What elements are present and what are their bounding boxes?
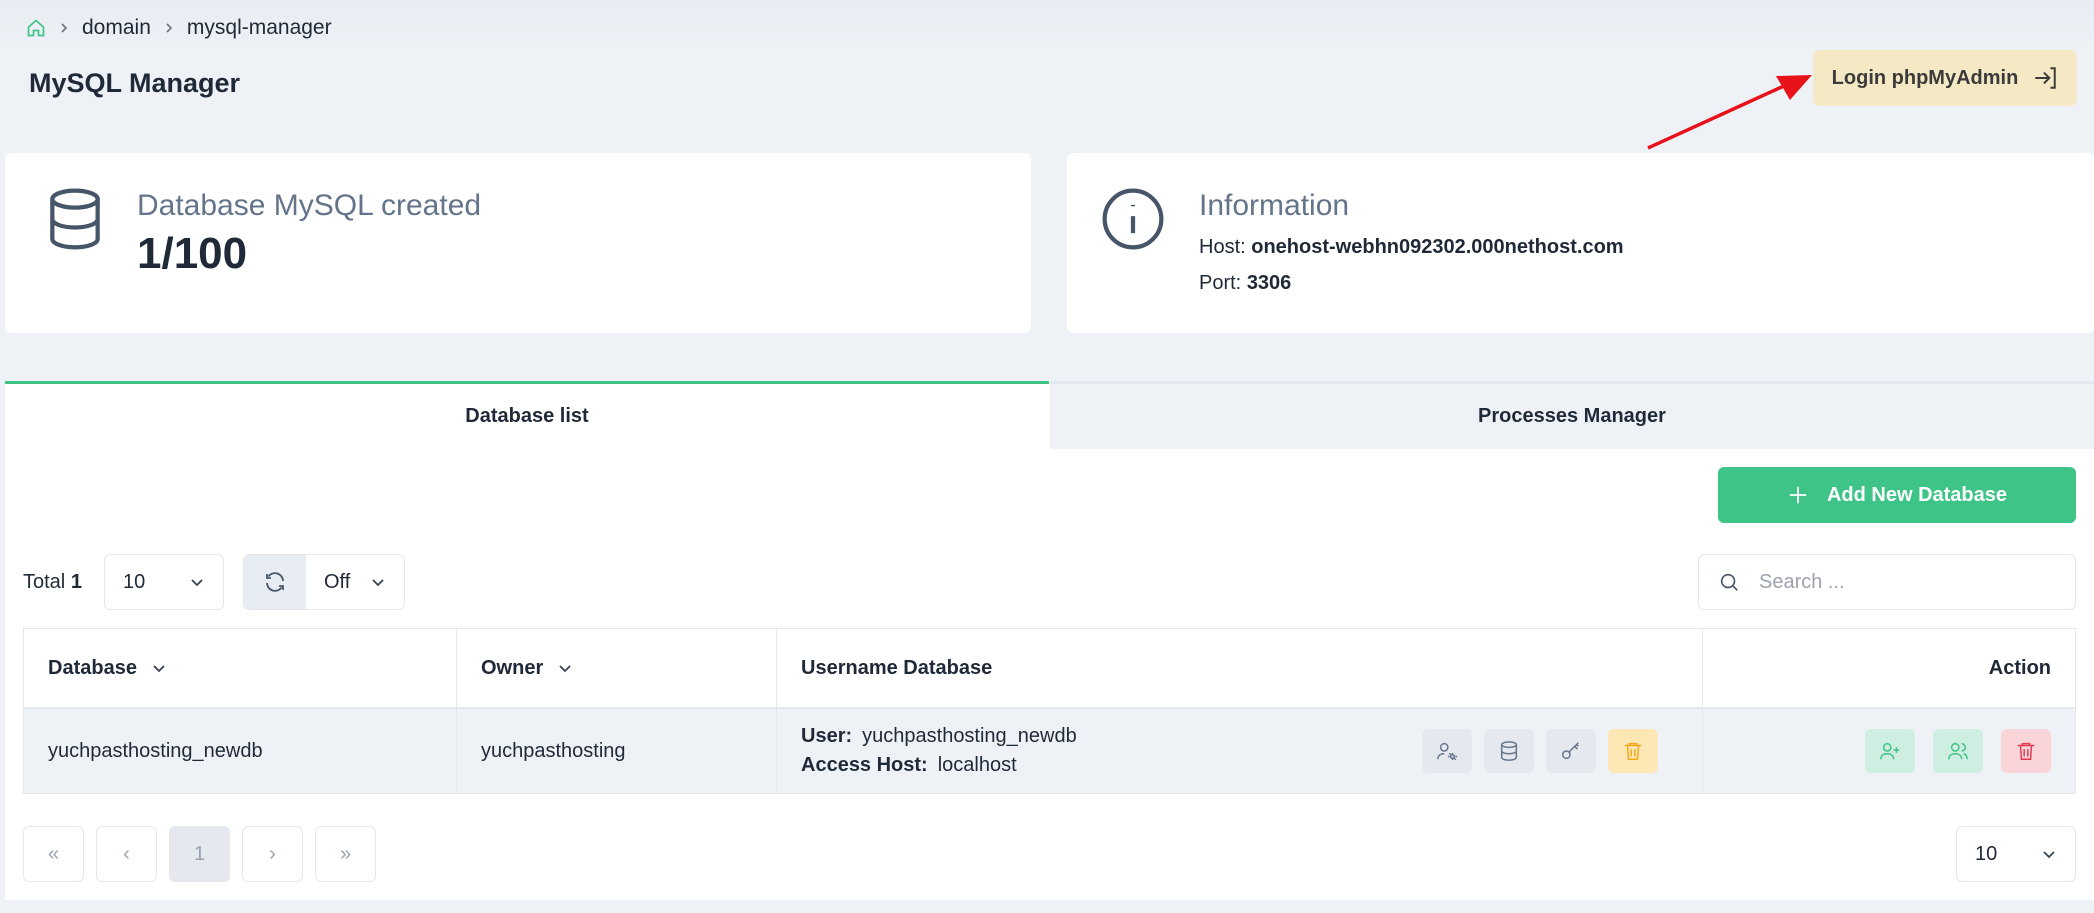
breadcrumb-item-mysql-manager[interactable]: mysql-manager <box>187 16 332 40</box>
table-row: yuchpasthosting_newdb yuchpasthosting Us… <box>24 709 2075 793</box>
total-count: Total 1 <box>23 571 82 594</box>
tab-processes-manager[interactable]: Processes Manager <box>1050 381 2094 449</box>
access-host-line: Access Host: localhost <box>801 751 1017 780</box>
search-box <box>1698 554 2076 610</box>
breadcrumb: domain mysql-manager <box>26 14 332 42</box>
add-new-database-button[interactable]: Add New Database <box>1718 467 2076 523</box>
port-label: Port: <box>1199 272 1242 294</box>
tab-database-list[interactable]: Database list <box>5 381 1049 449</box>
chevron-right-icon <box>163 22 175 34</box>
previous-page-button[interactable]: ‹ <box>96 826 157 882</box>
db-user-value: yuchpasthosting_newdb <box>862 725 1077 747</box>
database-panel: Database list Processes Manager Add New … <box>5 381 2094 900</box>
refresh-button[interactable] <box>244 555 306 609</box>
username-database-cell: User: yuchpasthosting_newdb Access Host: l… <box>777 709 1703 793</box>
users-icon <box>1948 742 1968 760</box>
user-actions <box>1422 729 1658 773</box>
trash-icon <box>1624 742 1642 760</box>
refresh-icon <box>263 570 287 594</box>
owner-cell: yuchpasthosting <box>457 709 777 793</box>
database-name-cell: yuchpasthosting_newdb <box>24 709 457 793</box>
port-value: 3306 <box>1246 272 1292 294</box>
chevron-down-icon <box>370 574 386 590</box>
column-header-database-label: Database <box>48 656 137 679</box>
column-header-action: Action <box>1988 656 2051 679</box>
pagination-page-size-value: 10 <box>1975 842 1998 865</box>
info-icon <box>1099 185 1167 253</box>
host-label: Host: <box>1199 236 1246 258</box>
database-icon <box>41 185 109 253</box>
pagination: « ‹ 1 › » <box>23 826 376 882</box>
home-icon[interactable] <box>26 18 46 38</box>
change-password-button[interactable] <box>1546 729 1596 773</box>
information-title: Information <box>1199 189 1350 222</box>
breadcrumb-item-domain[interactable]: domain <box>82 16 151 40</box>
db-user-line: User: yuchpasthosting_newdb <box>801 722 1077 751</box>
database-table: Database Owner Username Database Action … <box>23 628 2076 794</box>
auto-refresh-group: Off <box>243 554 405 610</box>
total-value: 1 <box>70 571 82 593</box>
database-count-label: Database MySQL created <box>137 189 482 222</box>
database-icon <box>1500 741 1518 761</box>
auto-refresh-value: Off <box>324 570 351 593</box>
column-header-database[interactable]: Database <box>24 629 457 707</box>
chevron-down-icon <box>153 665 165 673</box>
plus-icon <box>1787 484 1809 506</box>
user-plus-icon <box>1880 742 1900 760</box>
access-host-label: Access Host: <box>801 754 928 776</box>
pagination-page-size-select[interactable]: 10 <box>1956 826 2076 882</box>
search-icon <box>1699 571 1759 593</box>
database-privileges-button[interactable] <box>1484 729 1534 773</box>
chevron-down-icon <box>559 665 571 673</box>
database-count-value: 1/100 <box>137 229 248 278</box>
host-value: onehost-webhn092302.000nethost.com <box>1251 236 1624 258</box>
chevron-down-icon <box>189 574 205 590</box>
login-phpmyadmin-label: Login phpMyAdmin <box>1831 66 2019 89</box>
trash-icon <box>2017 742 2035 760</box>
first-page-button[interactable]: « <box>23 826 84 882</box>
chevron-right-icon <box>58 22 70 34</box>
column-header-owner-label: Owner <box>481 656 544 679</box>
search-input[interactable] <box>1759 570 2075 594</box>
port-line: Port: 3306 <box>1199 272 1291 295</box>
auto-refresh-select[interactable]: Off <box>306 555 404 609</box>
add-user-button[interactable] <box>1865 729 1915 773</box>
information-card: Information Host: onehost-webhn092302.00… <box>1067 153 2094 333</box>
user-settings-icon <box>1437 742 1458 761</box>
action-cell <box>1703 709 2075 793</box>
login-icon <box>2032 65 2058 91</box>
add-new-database-label: Add New Database <box>1826 483 2008 506</box>
annotation-arrow <box>1647 75 1812 150</box>
key-icon <box>1562 742 1579 760</box>
page-size-select[interactable]: 10 <box>104 554 224 610</box>
manage-users-button[interactable] <box>1933 729 1983 773</box>
chevron-down-icon <box>2041 846 2057 862</box>
login-phpmyadmin-button[interactable]: Login phpMyAdmin <box>1813 50 2077 106</box>
page-1-button[interactable]: 1 <box>169 826 230 882</box>
access-host-value: localhost <box>937 754 1017 776</box>
next-page-button[interactable]: › <box>242 826 303 882</box>
db-user-label: User: <box>801 725 853 747</box>
last-page-button[interactable]: » <box>315 826 376 882</box>
user-settings-button[interactable] <box>1422 729 1472 773</box>
column-header-owner[interactable]: Owner <box>457 629 777 707</box>
page-size-value: 10 <box>123 570 146 593</box>
total-label: Total <box>23 571 66 593</box>
table-header: Database Owner Username Database Action <box>24 629 2075 709</box>
host-line: Host: onehost-webhn092302.000nethost.com <box>1199 236 1624 259</box>
delete-database-button[interactable] <box>2001 729 2051 773</box>
column-header-username-database: Username Database <box>777 629 1703 707</box>
page-title: MySQL Manager <box>29 68 241 98</box>
delete-user-button[interactable] <box>1608 729 1658 773</box>
database-count-card: Database MySQL created 1/100 <box>5 153 1031 333</box>
